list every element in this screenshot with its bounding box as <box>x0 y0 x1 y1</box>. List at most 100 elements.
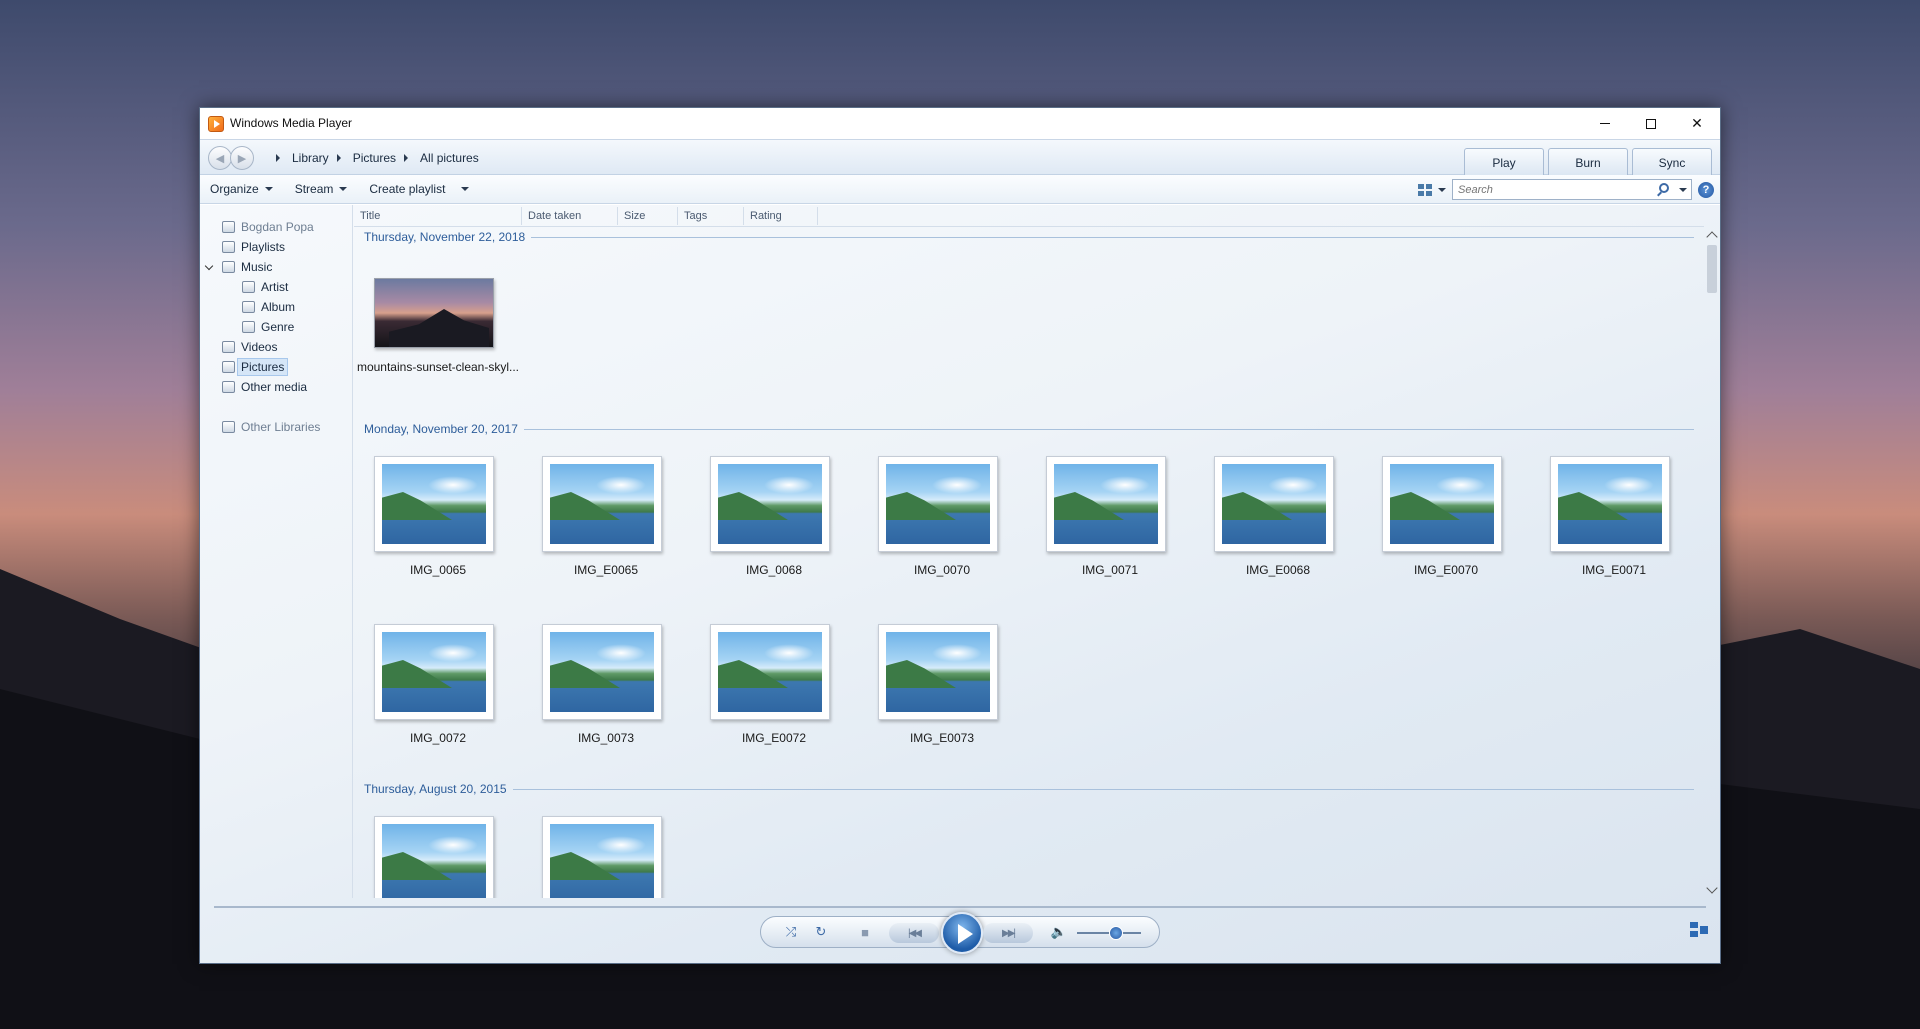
sidebar-item-music[interactable]: Music <box>200 257 352 277</box>
back-button[interactable]: ◀ <box>208 146 232 170</box>
picture-thumbnail[interactable] <box>542 456 662 552</box>
column-tags[interactable]: Tags <box>678 206 744 225</box>
picture-thumbnail[interactable] <box>1214 456 1334 552</box>
column-title[interactable]: Title <box>354 206 522 225</box>
playback-controls: ⤮ ↻ ■ |◀◀ ▶▶| 🔈 <box>760 912 1160 954</box>
seek-bar[interactable] <box>214 906 1706 908</box>
picture-image <box>375 279 493 347</box>
picture-caption: IMG_0071 <box>1081 563 1139 577</box>
user-library-icon <box>222 221 235 233</box>
picture-thumbnail[interactable] <box>710 456 830 552</box>
scrollbar-thumb[interactable] <box>1707 245 1717 293</box>
shuffle-icon[interactable]: ⤮ <box>783 924 799 940</box>
organize-label: Organize <box>210 182 259 196</box>
picture-thumbnail[interactable] <box>878 456 998 552</box>
picture-image <box>382 632 486 712</box>
group-header[interactable]: Thursday, August 20, 2015 <box>364 782 1694 796</box>
tab-sync[interactable]: Sync <box>1632 148 1712 176</box>
group-divider <box>523 428 1694 430</box>
sidebar-item-genre[interactable]: Genre <box>200 317 352 337</box>
maximize-icon <box>1646 118 1656 129</box>
maximize-button[interactable] <box>1628 108 1674 139</box>
column-rating[interactable]: Rating <box>744 206 818 225</box>
picture-thumbnail[interactable] <box>374 624 494 720</box>
picture-thumbnail[interactable] <box>542 816 662 898</box>
picture-caption: IMG_0068 <box>745 563 803 577</box>
minimize-button[interactable] <box>1582 108 1628 139</box>
group-header[interactable]: Monday, November 20, 2017 <box>364 422 1694 436</box>
column-date-taken[interactable]: Date taken <box>522 206 618 225</box>
media-player-app-icon <box>208 116 224 132</box>
picture-thumbnail[interactable] <box>1550 456 1670 552</box>
breadcrumb-separator-icon <box>276 154 280 162</box>
volume-slider-thumb[interactable] <box>1109 926 1123 940</box>
sidebar-item-videos[interactable]: Videos <box>200 337 352 357</box>
picture-image <box>382 464 486 544</box>
sidebar-item-playlists[interactable]: Playlists <box>200 237 352 257</box>
picture-thumbnail[interactable] <box>542 624 662 720</box>
picture-thumbnail[interactable] <box>374 816 494 898</box>
close-button[interactable]: ✕ <box>1674 108 1720 139</box>
picture-caption: IMG_0070 <box>913 563 971 577</box>
breadcrumb-library[interactable]: Library <box>292 151 329 165</box>
scroll-down-icon[interactable] <box>1706 882 1718 894</box>
picture-thumbnail[interactable] <box>374 456 494 552</box>
search-dropdown-icon[interactable] <box>1679 188 1687 192</box>
close-icon: ✕ <box>1691 115 1703 131</box>
sidebar-item-user[interactable]: Bogdan Popa <box>200 217 352 237</box>
picture-thumbnail[interactable] <box>710 624 830 720</box>
picture-thumbnail[interactable] <box>374 278 494 348</box>
music-note-icon <box>222 261 235 273</box>
picture-caption: IMG_E0071 <box>1581 563 1647 577</box>
next-icon[interactable]: ▶▶| <box>983 923 1033 943</box>
repeat-icon[interactable]: ↻ <box>813 924 829 940</box>
create-playlist-button[interactable]: Create playlist <box>369 182 470 196</box>
sidebar-item-pictures[interactable]: Pictures <box>200 357 352 377</box>
group-header[interactable]: Thursday, November 22, 2018 <box>364 230 1694 244</box>
search-icon[interactable] <box>1659 183 1669 193</box>
chevron-down-icon[interactable] <box>461 187 470 191</box>
picture-thumbnail[interactable] <box>1046 456 1166 552</box>
picture-thumbnail[interactable] <box>878 624 998 720</box>
volume-icon[interactable]: 🔈 <box>1051 924 1067 940</box>
search-box <box>1452 179 1692 200</box>
details-pane: Title Date taken Size Tags Rating Thursd… <box>354 205 1704 898</box>
picture-image <box>550 632 654 712</box>
previous-icon[interactable]: |◀◀ <box>889 923 939 943</box>
search-input[interactable] <box>1453 180 1643 199</box>
sidebar-item-other-libraries[interactable]: Other Libraries <box>200 417 352 437</box>
breadcrumb-all-pictures[interactable]: All pictures <box>420 151 479 165</box>
breadcrumb-separator-icon[interactable] <box>336 154 341 162</box>
scroll-up-icon[interactable] <box>1706 231 1718 243</box>
picture-image <box>886 464 990 544</box>
column-size[interactable]: Size <box>618 206 678 225</box>
tab-play[interactable]: Play <box>1464 148 1544 176</box>
forward-button[interactable]: ▶ <box>230 146 254 170</box>
picture-caption: IMG_E0073 <box>909 731 975 745</box>
chevron-down-icon <box>339 187 348 191</box>
picture-thumbnail[interactable] <box>1382 456 1502 552</box>
group-date: Thursday, November 22, 2018 <box>364 230 526 244</box>
sidebar-item-artist[interactable]: Artist <box>200 277 352 297</box>
stream-menu[interactable]: Stream <box>295 182 348 196</box>
picture-caption: IMG_E0070 <box>1413 563 1479 577</box>
genre-icon <box>242 321 255 333</box>
breadcrumb-separator-icon[interactable] <box>404 154 409 162</box>
view-options-dropdown-icon[interactable] <box>1438 187 1446 192</box>
library-content: Bogdan Popa Playlists Music Artist Album… <box>200 205 1720 963</box>
stop-icon[interactable]: ■ <box>857 924 873 940</box>
breadcrumb-pictures[interactable]: Pictures <box>353 151 396 165</box>
sidebar-item-other-media[interactable]: Other media <box>200 377 352 397</box>
expand-icon[interactable] <box>204 261 214 271</box>
help-icon[interactable]: ? <box>1698 181 1714 198</box>
switch-to-now-playing-icon[interactable] <box>1690 922 1708 938</box>
sidebar-item-album[interactable]: Album <box>200 297 352 317</box>
organize-menu[interactable]: Organize <box>210 182 273 196</box>
navigation-bar: ◀ ▶ Library Pictures All pictures Play B… <box>200 139 1720 176</box>
vertical-scrollbar[interactable] <box>1704 227 1720 898</box>
tab-burn[interactable]: Burn <box>1548 148 1628 176</box>
play-icon[interactable] <box>941 912 983 954</box>
other-media-icon <box>222 381 235 393</box>
view-options-icon[interactable] <box>1418 183 1432 196</box>
picture-caption: IMG_E0072 <box>741 731 807 745</box>
